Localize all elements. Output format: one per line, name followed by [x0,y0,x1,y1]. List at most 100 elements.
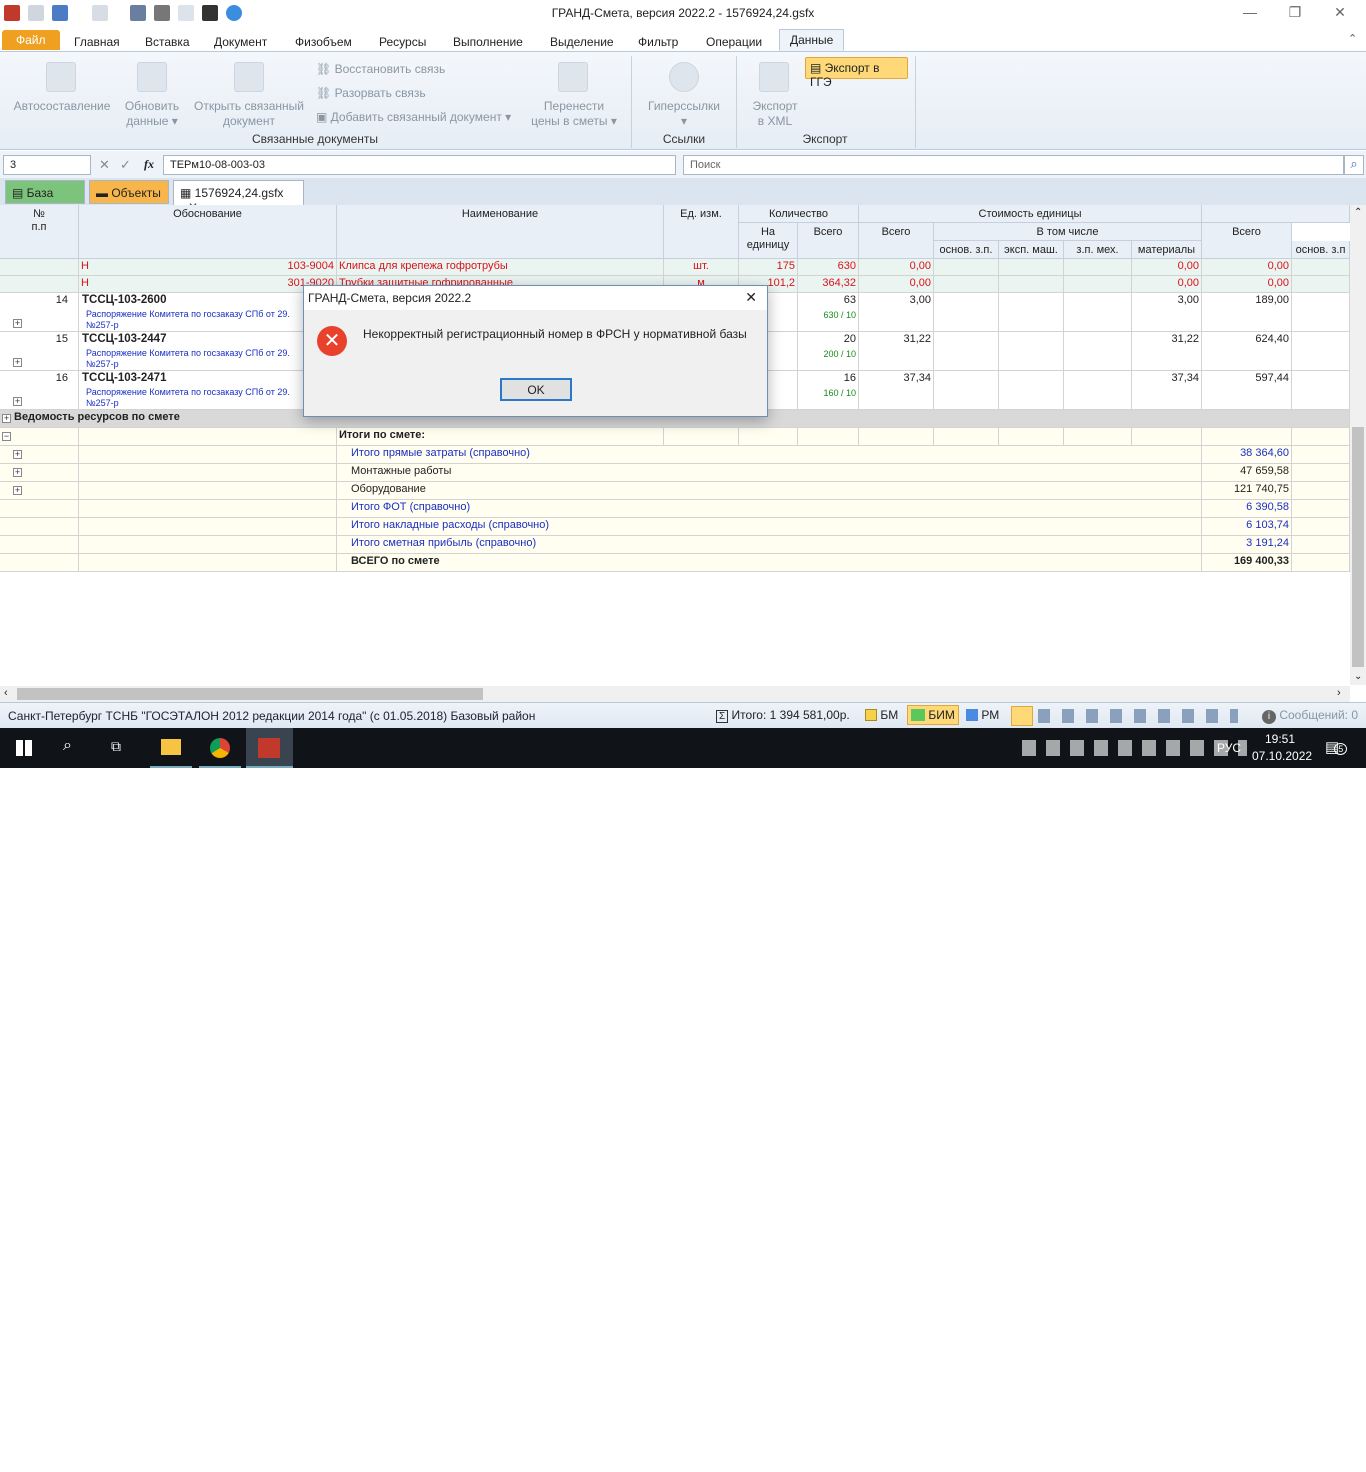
messages-button[interactable]: i Сообщений: 0 [1262,708,1358,724]
item-row-cell: 16 [0,371,79,410]
header-qty-unit[interactable]: На единицу [739,223,798,259]
tab-filter[interactable]: Фильтр [638,32,678,52]
expand-icon[interactable]: + [13,358,22,367]
resource-row-cell [999,259,1064,276]
expand-icon[interactable]: + [13,450,22,459]
vertical-scrollbar[interactable]: ⌃ ⌄ [1350,205,1366,685]
bim-button[interactable]: БИМ [907,705,959,725]
confirm-icon[interactable]: ✓ [120,157,131,173]
formula-input[interactable]: ТЕРм10-08-003-03 [163,155,676,175]
tab-file[interactable]: Файл [2,30,60,50]
maximize-button[interactable]: ❐ [1275,4,1315,21]
scroll-left-icon[interactable]: ‹ [4,687,8,699]
export-gge-button[interactable]: ▤ Экспорт в ГГЭ [805,57,908,89]
tab-operations[interactable]: Операции [706,32,762,52]
transfer-prices-button[interactable]: Перенести цены в сметы ▾ [526,99,622,129]
header-zpmex[interactable]: з.п. мех. [1064,241,1132,259]
view-mode-icons[interactable] [1038,709,1238,723]
notifications-icon[interactable]: ▤5 [1325,738,1348,756]
tab-insert[interactable]: Вставка [145,32,190,52]
tab-home[interactable]: Главная [74,32,120,52]
totals-cell [1292,554,1350,572]
scroll-thumb[interactable] [17,688,483,700]
restore-link-button[interactable]: ⛓ Восстановить связь [316,62,445,77]
export-xml-icon [759,62,789,92]
cell-reference-input[interactable]: 3 [3,155,91,175]
header-total-zp[interactable]: основ. з.п [1292,241,1350,259]
horizontal-scrollbar[interactable]: ‹ › [0,686,1350,702]
task-view-icon[interactable]: ⧉ [111,738,121,755]
cancel-icon[interactable]: ✕ [99,157,110,173]
fx-icon[interactable]: fx [144,157,154,172]
totals-value: 169 400,33 [1202,554,1292,572]
header-zp[interactable]: основ. з.п. [934,241,999,259]
tab-selection[interactable]: Выделение [550,32,614,52]
label: База [26,186,54,200]
break-link-button[interactable]: ⛓ Разорвать связь [316,86,426,101]
header-num[interactable]: № п.п [0,205,79,259]
search-icon[interactable]: ⌕ [63,737,72,755]
chrome-app[interactable] [199,728,241,768]
tab-document[interactable]: Документ [214,32,267,52]
label: Объекты [111,186,161,200]
header-mat[interactable]: материалы [1132,241,1202,259]
header-obosn[interactable]: Обоснование [79,205,337,259]
scroll-thumb[interactable] [1352,427,1364,667]
tab-execution[interactable]: Выполнение [453,32,523,52]
header-incl[interactable]: В том числе [934,223,1202,241]
totals-cell [0,464,79,482]
add-linked-button[interactable]: ▣ Добавить связанный документ ▾ [316,110,511,125]
view-icon[interactable] [1011,706,1033,726]
tab-objects[interactable]: ▬ Объекты [89,180,169,204]
tab-base[interactable]: ▤ База [5,180,85,204]
bm-button[interactable]: БМ [865,708,898,722]
header-qty[interactable]: Количество [739,205,859,223]
resource-row-cell [1064,276,1132,293]
expand-icon[interactable]: + [13,468,22,477]
tray-icons[interactable] [1022,740,1247,756]
totals-cell [79,536,337,554]
ok-button[interactable]: OK [500,378,572,401]
update-data-button[interactable]: Обновить данные ▾ [118,99,186,129]
header-total-group[interactable] [1202,205,1350,223]
close-button[interactable]: ✕ [1320,4,1360,21]
search-input[interactable]: Поиск [683,155,1344,175]
header-name[interactable]: Наименование [337,205,664,259]
item-doc-number: №257-р [86,320,119,330]
expand-icon[interactable]: + [13,486,22,495]
header-mash[interactable]: эксп. маш. [999,241,1064,259]
open-linked-button[interactable]: Открыть связанный документ [192,99,306,129]
search-icon[interactable]: ⌕ [1344,155,1364,175]
header-total[interactable]: Всего [1202,223,1292,259]
collapse-icon[interactable]: − [2,432,11,441]
clock[interactable]: 19:51 07.10.2022 [1252,732,1312,763]
tab-resources[interactable]: Ресурсы [379,32,426,52]
itogo-button[interactable]: Σ Итого: 1 394 581,00р. [716,708,850,723]
item-row-cell: 37,34 [1132,371,1202,410]
grand-smeta-app[interactable] [246,728,293,768]
region-text: Санкт-Петербург ТСНБ "ГОСЭТАЛОН 2012 ред… [8,709,536,723]
header-cost-total[interactable]: Всего [859,223,934,259]
expand-icon[interactable]: + [13,397,22,406]
explorer-app[interactable] [150,728,192,768]
tab-file-document[interactable]: ▦ 1576924,24.gsfx ✕ [173,180,304,214]
expand-icon[interactable]: + [2,414,11,423]
scroll-up-icon[interactable]: ⌃ [1354,207,1362,218]
rm-button[interactable]: РМ [966,708,999,722]
autosostavlenie-button[interactable]: Автосоставление [10,99,114,114]
expand-icon[interactable]: + [13,319,22,328]
hyperlinks-button[interactable]: Гиперссылки ▾ [640,99,728,129]
start-icon[interactable] [16,740,32,756]
scroll-down-icon[interactable]: ⌄ [1354,671,1362,682]
header-qty-total[interactable]: Всего [798,223,859,259]
scroll-right-icon[interactable]: › [1337,687,1341,699]
collapse-ribbon-icon[interactable]: ⌃ [1348,32,1357,45]
minimize-button[interactable]: — [1230,4,1270,20]
header-unit[interactable]: Ед. изм. [664,205,739,259]
dialog-close-button[interactable]: ✕ [745,289,757,306]
language-indicator[interactable]: РУС [1217,741,1241,755]
header-cost-unit[interactable]: Стоимость единицы [859,205,1202,223]
tab-data[interactable]: Данные [779,29,845,51]
tab-physvolume[interactable]: Физобъем [295,32,352,52]
export-xml-button[interactable]: Экспорт в XML [744,99,806,129]
